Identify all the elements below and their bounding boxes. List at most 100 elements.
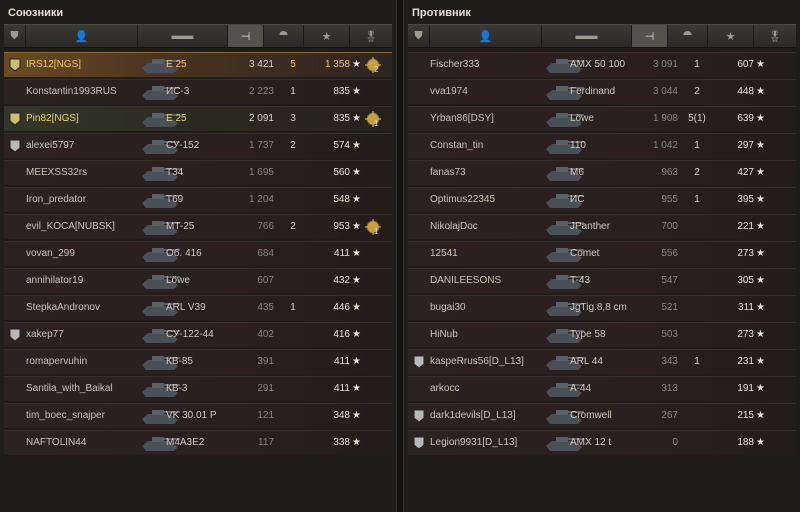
star-icon: ★ bbox=[352, 167, 361, 178]
player-row[interactable]: MEEXSS32rs T34 1 695 560 ★ bbox=[4, 160, 392, 185]
player-row[interactable]: Constan_tin 110 1 042 1 297 ★ bbox=[408, 133, 796, 158]
sort-player-icon[interactable]: 👤 bbox=[26, 25, 138, 47]
star-icon: ★ bbox=[756, 113, 765, 124]
enemies-title: Противник bbox=[412, 7, 471, 19]
damage-value: 521 bbox=[661, 302, 678, 313]
tank-name: КВ-3 bbox=[166, 383, 188, 394]
xp-value: 215 bbox=[737, 410, 754, 421]
sort-damage-icon[interactable]: ⊣ bbox=[632, 25, 668, 47]
allies-panel: Союзники ⛊ 👤 ▬▬ ⊣ ⯊ ★ 🎖 IRS12[NGS] E 25 3 … bbox=[0, 0, 396, 512]
tank-name: E 25 bbox=[166, 59, 187, 70]
sort-damage-icon[interactable]: ⊣ bbox=[228, 25, 264, 47]
sort-tank-icon[interactable]: ▬▬ bbox=[138, 25, 228, 47]
player-row[interactable]: Iron_predator T69 1 204 548 ★ bbox=[4, 187, 392, 212]
player-name: tim_boec_snajper bbox=[26, 410, 105, 421]
damage-value: 402 bbox=[257, 329, 274, 340]
damage-value: 955 bbox=[661, 194, 678, 205]
player-name: IRS12[NGS] bbox=[26, 59, 82, 70]
player-row[interactable]: xakep77 СУ-122-44 402 416 ★ bbox=[4, 322, 392, 347]
allies-header-row: ⛊ 👤 ▬▬ ⊣ ⯊ ★ 🎖 bbox=[4, 24, 392, 48]
player-name: alexei5797 bbox=[26, 140, 75, 151]
player-row[interactable]: Yrban86[DSY] Löwe 1 908 5(1) 639 ★ bbox=[408, 106, 796, 131]
player-row[interactable]: dark1devils[D_L13] Cromwell 267 215 ★ bbox=[408, 403, 796, 428]
player-row[interactable]: NikolajDoc JPanther 700 221 ★ bbox=[408, 214, 796, 239]
player-row[interactable]: DANILEESONS T-43 547 305 ★ bbox=[408, 268, 796, 293]
frags-value: 2 bbox=[290, 140, 296, 151]
xp-value: 191 bbox=[737, 383, 754, 394]
sort-badge-icon[interactable]: ⛊ bbox=[4, 25, 26, 47]
player-row[interactable]: fanas73 M6 963 2 427 ★ bbox=[408, 160, 796, 185]
sort-frags-icon[interactable]: ⯊ bbox=[668, 25, 708, 47]
panel-divider bbox=[396, 0, 404, 512]
player-row[interactable]: romapervuhin КВ-85 391 411 ★ bbox=[4, 349, 392, 374]
frags-value bbox=[684, 242, 710, 266]
player-name: NikolajDoc bbox=[430, 221, 478, 232]
sort-frags-icon[interactable]: ⯊ bbox=[264, 25, 304, 47]
damage-value: 1 042 bbox=[652, 140, 678, 151]
player-row[interactable]: HiNub Type 58 503 273 ★ bbox=[408, 322, 796, 347]
frags-value bbox=[684, 269, 710, 293]
player-row[interactable]: 12541 Comet 556 273 ★ bbox=[408, 241, 796, 266]
xp-value: 835 bbox=[333, 86, 350, 97]
star-icon: ★ bbox=[352, 356, 361, 367]
star-icon: ★ bbox=[352, 437, 361, 448]
damage-value: 766 bbox=[257, 221, 274, 232]
sort-medals-icon[interactable]: 🎖 bbox=[350, 25, 392, 47]
player-row[interactable]: Fischer333 AMX 50 100 3 091 1 607 ★ bbox=[408, 52, 796, 77]
class-badge-icon bbox=[9, 139, 21, 153]
player-row[interactable]: alexei5797 СУ-152 1 737 2 574 ★ bbox=[4, 133, 392, 158]
player-row[interactable]: vovan_299 Об. 416 684 411 ★ bbox=[4, 241, 392, 266]
frags-value bbox=[684, 296, 710, 320]
player-row[interactable]: Optimus22345 ИС 955 1 395 ★ bbox=[408, 187, 796, 212]
player-row[interactable]: evil_KOCA[NUBSK] MT-25 766 2 953 ★ 1 bbox=[4, 214, 392, 239]
damage-value: 700 bbox=[661, 221, 678, 232]
player-row[interactable]: Legion9931[D_L13] AMX 12 t 0 188 ★ bbox=[408, 430, 796, 455]
sort-xp-icon[interactable]: ★ bbox=[304, 25, 350, 47]
player-row[interactable]: tim_boec_snajper VK 30.01 P 121 348 ★ bbox=[4, 403, 392, 428]
tank-name: A-44 bbox=[570, 383, 592, 394]
player-row[interactable]: StepkaAndronov ARL V39 435 1 446 ★ bbox=[4, 295, 392, 320]
xp-value: 416 bbox=[333, 329, 350, 340]
star-icon: ★ bbox=[756, 329, 765, 340]
player-row[interactable]: IRS12[NGS] E 25 3 421 5 1 358 ★ 2 bbox=[4, 52, 392, 77]
player-name: kaspeRrus56[D_L13] bbox=[430, 356, 524, 367]
frags-value bbox=[280, 323, 306, 347]
damage-value: 0 bbox=[672, 437, 678, 448]
xp-value: 835 bbox=[333, 113, 350, 124]
player-name: annihilator19 bbox=[26, 275, 84, 286]
star-icon: ★ bbox=[352, 248, 361, 259]
tank-name: T69 bbox=[166, 194, 184, 205]
xp-value: 574 bbox=[333, 140, 350, 151]
player-name: Konstantin1993RUS bbox=[26, 86, 117, 97]
xp-value: 432 bbox=[333, 275, 350, 286]
frags-value bbox=[684, 323, 710, 347]
star-icon: ★ bbox=[756, 167, 765, 178]
player-name: Iron_predator bbox=[26, 194, 87, 205]
player-row[interactable]: annihilator19 Löwe 607 432 ★ bbox=[4, 268, 392, 293]
sort-medals-icon[interactable]: 🎖 bbox=[754, 25, 796, 47]
sort-xp-icon[interactable]: ★ bbox=[708, 25, 754, 47]
xp-value: 427 bbox=[737, 167, 754, 178]
player-name: Constan_tin bbox=[430, 140, 484, 151]
damage-value: 684 bbox=[257, 248, 274, 259]
sort-badge-icon[interactable]: ⛊ bbox=[408, 25, 430, 47]
damage-value: 3 044 bbox=[652, 86, 678, 97]
sort-tank-icon[interactable]: ▬▬ bbox=[542, 25, 632, 47]
player-name: DANILEESONS bbox=[430, 275, 502, 286]
player-row[interactable]: arkocc A-44 313 191 ★ bbox=[408, 376, 796, 401]
frags-value: 5 bbox=[290, 59, 296, 70]
xp-value: 231 bbox=[737, 356, 754, 367]
player-row[interactable]: Santila_with_Baikal КВ-3 291 411 ★ bbox=[4, 376, 392, 401]
tank-name: Type 58 bbox=[570, 329, 606, 340]
player-row[interactable]: Konstantin1993RUS ИС-3 2 223 1 835 ★ bbox=[4, 79, 392, 104]
player-row[interactable]: Pin82[NGS] E 25 2 091 3 835 ★ 1 bbox=[4, 106, 392, 131]
sort-player-icon[interactable]: 👤 bbox=[430, 25, 542, 47]
player-row[interactable]: kaspeRrus56[D_L13] ARL 44 343 1 231 ★ bbox=[408, 349, 796, 374]
player-row[interactable]: vva1974 Ferdinand 3 044 2 448 ★ bbox=[408, 79, 796, 104]
damage-value: 435 bbox=[257, 302, 274, 313]
player-name: Pin82[NGS] bbox=[26, 113, 79, 124]
frags-value bbox=[280, 431, 306, 455]
tank-name: E 25 bbox=[166, 113, 187, 124]
player-row[interactable]: NAFTOLIN44 M4A3E2 117 338 ★ bbox=[4, 430, 392, 455]
player-row[interactable]: bugai30 JgTig.8,8 cm 521 311 ★ bbox=[408, 295, 796, 320]
